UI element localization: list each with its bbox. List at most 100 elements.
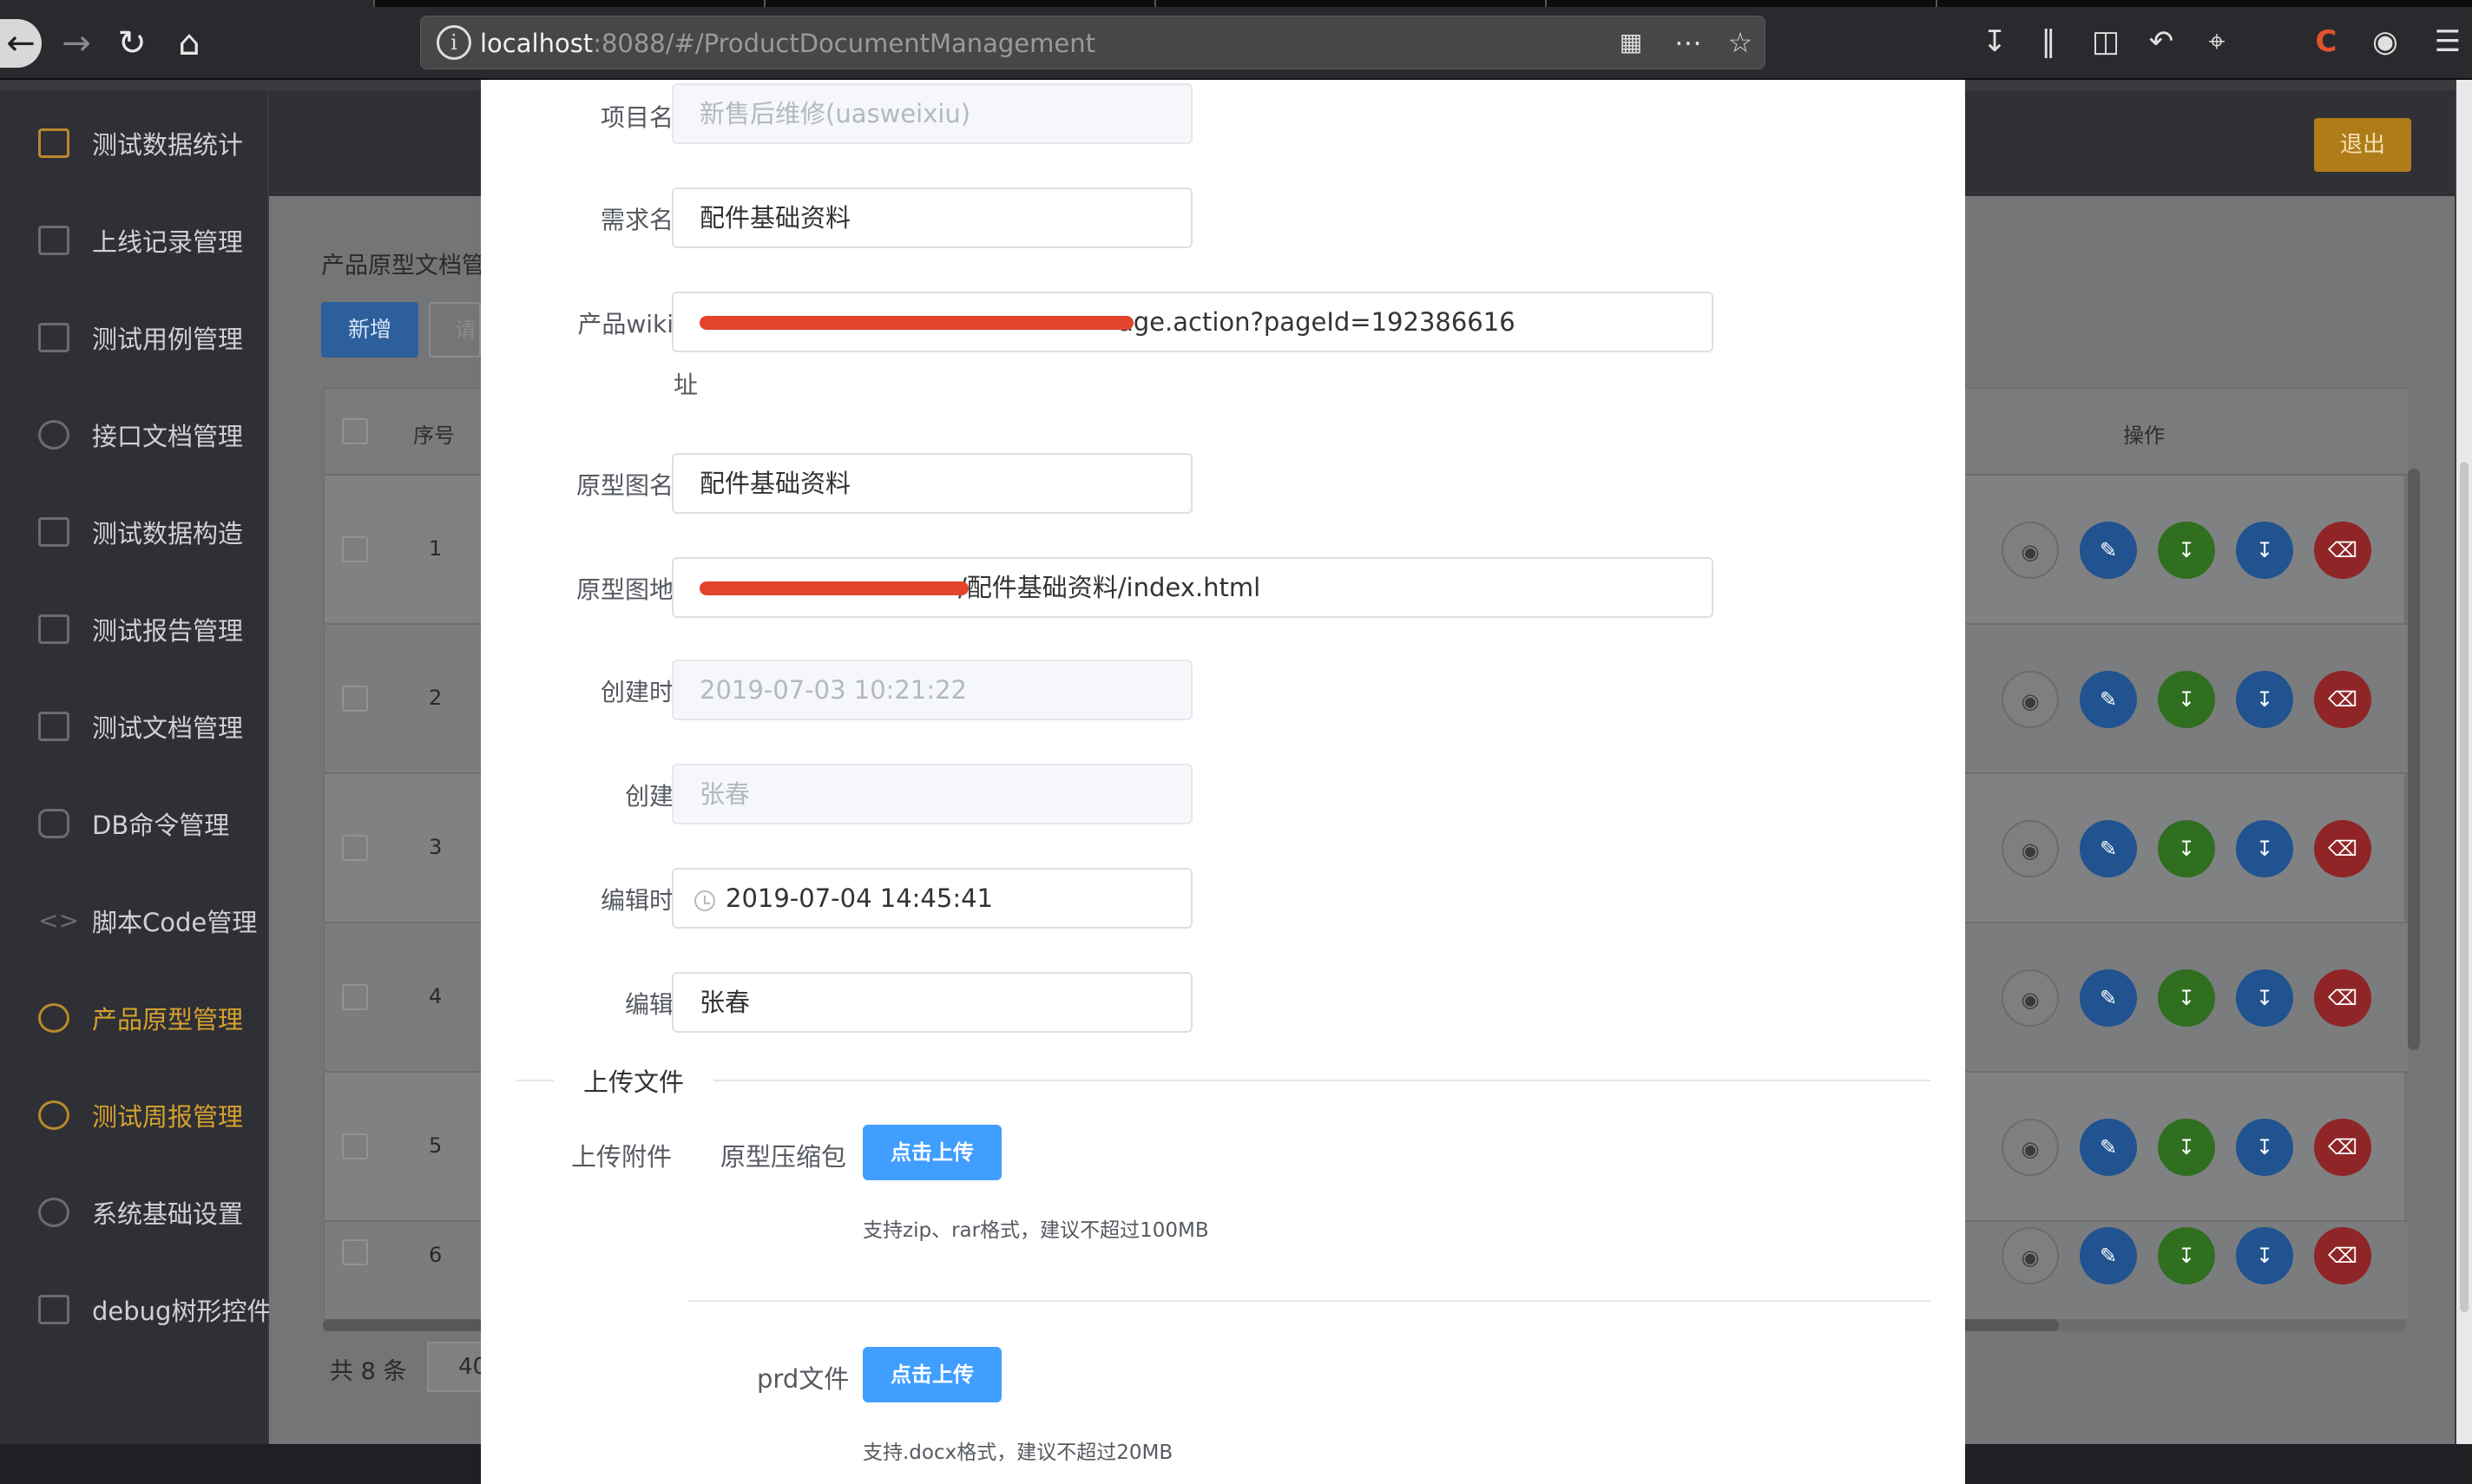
library-icon[interactable]: ‖ bbox=[2028, 21, 2069, 62]
sidebar-item-label: 产品原型管理 bbox=[92, 1005, 244, 1034]
home-icon[interactable]: ⌂ bbox=[165, 19, 214, 68]
delete-trash-icon[interactable]: ⌫ bbox=[2314, 522, 2371, 579]
sidebar-item-release-records[interactable]: 上线记录管理 bbox=[0, 205, 267, 274]
view-eye-icon[interactable]: ◉ bbox=[2002, 969, 2059, 1027]
sidebar-item-test-docs[interactable]: 测试文档管理 bbox=[0, 691, 267, 760]
sidebar-item-script-code[interactable]: <> 脚本Code管理 bbox=[0, 885, 267, 955]
row-checkbox[interactable] bbox=[342, 984, 368, 1010]
section-divider bbox=[516, 1080, 1930, 1081]
download-icon[interactable]: ↧ bbox=[2158, 671, 2215, 728]
site-info-icon[interactable]: i bbox=[437, 25, 471, 60]
table-vertical-scrollbar[interactable] bbox=[2408, 469, 2420, 1050]
back-arrow-icon[interactable]: ← bbox=[0, 19, 42, 68]
requirement-name-field[interactable]: 配件基础资料 bbox=[672, 187, 1193, 248]
download-icon[interactable]: ↧ bbox=[2158, 1119, 2215, 1176]
prototype-url-field[interactable]: /配件基础资料/index.html bbox=[672, 557, 1713, 618]
section-divider bbox=[687, 1300, 1930, 1302]
row-checkbox[interactable] bbox=[342, 1133, 368, 1159]
upload-zip-button[interactable]: 点击上传 bbox=[863, 1125, 1002, 1180]
sidebar-item-product-prototype[interactable]: 产品原型管理 bbox=[0, 982, 267, 1052]
edited-time-picker[interactable]: 2019-07-04 14:45:41 bbox=[672, 868, 1193, 929]
sidebar-item-test-data-stats[interactable]: 测试数据统计 bbox=[0, 108, 267, 177]
delete-trash-icon[interactable]: ⌫ bbox=[2314, 1119, 2371, 1176]
sidebar-item-weekly-reports[interactable]: 测试周报管理 bbox=[0, 1080, 267, 1149]
row-checkbox[interactable] bbox=[342, 1239, 368, 1265]
download-icon[interactable]: ↧ bbox=[2158, 969, 2215, 1027]
select-all-checkbox[interactable] bbox=[342, 418, 368, 444]
download-icon[interactable]: ↧ bbox=[2236, 969, 2293, 1027]
download-icon[interactable]: ↧ bbox=[2236, 1227, 2293, 1284]
sidebar-item-label: 脚本Code管理 bbox=[92, 908, 258, 937]
sidebar-item-label: 接口文档管理 bbox=[92, 422, 244, 451]
downloads-icon[interactable]: ↧ bbox=[1974, 21, 2015, 62]
download-icon[interactable]: ↧ bbox=[2158, 820, 2215, 877]
sidebar-item-api-docs[interactable]: 接口文档管理 bbox=[0, 399, 267, 469]
wiki-url-field[interactable]: age.action?pageId=192386616 bbox=[672, 292, 1713, 352]
redaction-mark bbox=[700, 581, 969, 595]
delete-trash-icon[interactable]: ⌫ bbox=[2314, 1227, 2371, 1284]
search-input[interactable]: 请 bbox=[429, 302, 481, 358]
editor-field[interactable]: 张春 bbox=[672, 972, 1193, 1033]
sidebar-item-system-settings[interactable]: 系统基础设置 bbox=[0, 1177, 267, 1246]
row-index: 2 bbox=[429, 686, 443, 710]
download-icon[interactable]: ↧ bbox=[2236, 522, 2293, 579]
view-eye-icon[interactable]: ◉ bbox=[2002, 671, 2059, 728]
edit-pencil-icon[interactable]: ✎ bbox=[2080, 1227, 2137, 1284]
document-icon bbox=[38, 1295, 69, 1324]
delete-trash-icon[interactable]: ⌫ bbox=[2314, 671, 2371, 728]
view-eye-icon[interactable]: ◉ bbox=[2002, 1227, 2059, 1284]
sidebar-item-debug-tree[interactable]: debug树形控件 bbox=[0, 1274, 272, 1343]
sidebar-item-label: 测试用例管理 bbox=[92, 325, 244, 354]
address-bar[interactable]: i localhost:8088/#/ProductDocumentManage… bbox=[420, 16, 1765, 69]
add-button[interactable]: 新增 bbox=[321, 302, 418, 358]
delete-trash-icon[interactable]: ⌫ bbox=[2314, 820, 2371, 877]
qr-code-icon[interactable]: ▦ bbox=[1614, 25, 1648, 60]
window-scrollbar[interactable] bbox=[2456, 80, 2472, 1444]
sidebar-item-db-commands[interactable]: DB命令管理 bbox=[0, 788, 267, 857]
edit-pencil-icon[interactable]: ✎ bbox=[2080, 522, 2137, 579]
row-checkbox[interactable] bbox=[342, 686, 368, 712]
edit-pencil-icon[interactable]: ✎ bbox=[2080, 969, 2137, 1027]
redaction-mark bbox=[700, 316, 1134, 330]
edit-pencil-icon[interactable]: ✎ bbox=[2080, 820, 2137, 877]
account-icon[interactable]: ◉ bbox=[2364, 21, 2406, 62]
page-size-select[interactable]: 40 bbox=[427, 1342, 488, 1392]
view-eye-icon[interactable]: ◉ bbox=[2002, 1119, 2059, 1176]
edit-pencil-icon[interactable]: ✎ bbox=[2080, 1119, 2137, 1176]
gear-icon bbox=[38, 1100, 69, 1130]
edit-document-icon bbox=[38, 517, 69, 547]
undo-arrow-icon[interactable]: ↶ bbox=[2140, 21, 2182, 62]
prototype-name-field[interactable]: 配件基础资料 bbox=[672, 453, 1193, 514]
sidebar-toggle-icon[interactable]: ◫ bbox=[2085, 21, 2127, 62]
wiki-url-visible-text: age.action?pageId=192386616 bbox=[1118, 307, 1515, 337]
delete-trash-icon[interactable]: ⌫ bbox=[2314, 969, 2371, 1027]
sidebar-item-test-reports[interactable]: 测试报告管理 bbox=[0, 594, 267, 663]
url-path: :8088/#/ProductDocumentManagement bbox=[593, 29, 1095, 58]
view-eye-icon[interactable]: ◉ bbox=[2002, 522, 2059, 579]
sidebar-item-test-data-build[interactable]: 测试数据构造 bbox=[0, 496, 267, 566]
sidebar-item-test-cases[interactable]: 测试用例管理 bbox=[0, 302, 267, 371]
extension-c-icon[interactable]: C bbox=[2305, 21, 2347, 62]
url-text[interactable]: localhost:8088/#/ProductDocumentManageme… bbox=[480, 29, 1095, 58]
download-icon[interactable]: ↧ bbox=[2236, 820, 2293, 877]
download-icon[interactable]: ↧ bbox=[2158, 1227, 2215, 1284]
reload-icon[interactable]: ↻ bbox=[108, 19, 156, 68]
row-checkbox[interactable] bbox=[342, 835, 368, 861]
scrollbar-thumb[interactable] bbox=[2460, 462, 2469, 1312]
forward-arrow-icon[interactable]: → bbox=[52, 19, 101, 68]
logout-button[interactable]: 退出 bbox=[2314, 118, 2411, 172]
more-actions-icon[interactable]: ⋯ bbox=[1671, 25, 1706, 60]
creator-field: 张春 bbox=[672, 764, 1193, 824]
url-host: localhost bbox=[480, 29, 594, 58]
download-icon[interactable]: ↧ bbox=[2158, 522, 2215, 579]
sidebar-item-label: 测试周报管理 bbox=[92, 1102, 244, 1132]
view-eye-icon[interactable]: ◉ bbox=[2002, 820, 2059, 877]
upload-prd-button[interactable]: 点击上传 bbox=[863, 1347, 1002, 1402]
row-checkbox[interactable] bbox=[342, 536, 368, 562]
bookmark-star-icon[interactable]: ☆ bbox=[1723, 25, 1758, 60]
download-icon[interactable]: ↧ bbox=[2236, 671, 2293, 728]
menu-hamburger-icon[interactable]: ☰ bbox=[2430, 21, 2465, 62]
screenshot-crop-icon[interactable]: ⌖ bbox=[2196, 21, 2238, 62]
edit-pencil-icon[interactable]: ✎ bbox=[2080, 671, 2137, 728]
download-icon[interactable]: ↧ bbox=[2236, 1119, 2293, 1176]
